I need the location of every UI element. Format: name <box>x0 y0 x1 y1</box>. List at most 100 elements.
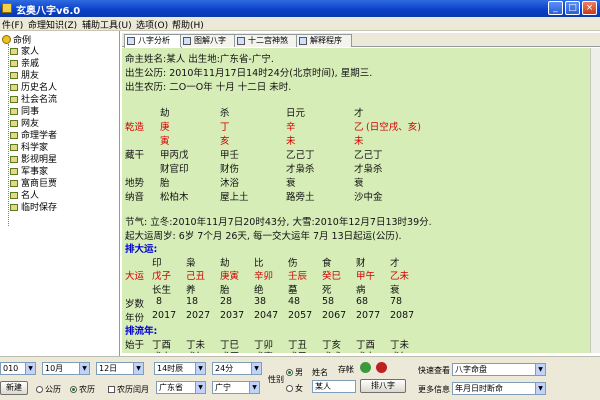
dayun-year: 2017 <box>152 310 177 321</box>
dayun-year: 2057 <box>288 310 313 321</box>
dayun-pillar: 壬辰 <box>288 271 308 282</box>
dayun-age: 38 <box>254 296 267 307</box>
nayin-value: 沙中金 <box>354 192 383 203</box>
tab-bazi-diagram[interactable]: 图解八字 <box>180 34 236 47</box>
life-stage: 沐浴 <box>220 178 240 189</box>
new-button[interactable]: 新建 <box>0 381 28 395</box>
tree-item[interactable]: 命理学者 <box>10 128 57 141</box>
tree-item[interactable]: 历史名人 <box>10 80 57 93</box>
tab-twelve-palaces[interactable]: 十二宫神煞 <box>234 34 298 47</box>
tree-item[interactable]: 富商巨贾 <box>10 176 57 189</box>
tree-item[interactable]: 临时保存 <box>10 200 57 213</box>
tree-item[interactable]: 科学家 <box>10 140 48 153</box>
paipan-button[interactable]: 排八字 <box>360 379 406 393</box>
dayun-god: 才 <box>390 258 400 269</box>
tab-explanation[interactable]: 解释程序 <box>296 34 352 47</box>
day-select[interactable]: 12日 ▼ <box>96 362 144 375</box>
root-folder-icon <box>2 35 11 44</box>
hidden-stems: 甲丙戊 <box>160 150 189 161</box>
bazi-analysis-panel: 命主姓名:某人 出生地:广东省-广宁. 出生公历: 2010年11月17日14时… <box>122 48 600 353</box>
leap-month-checkbox[interactable]: 农历闰月 <box>108 384 149 395</box>
dayun-god: 伤 <box>288 258 298 269</box>
tree-item[interactable]: 同事 <box>10 104 39 117</box>
minimize-button[interactable]: _ <box>548 1 563 15</box>
hidden-stems: 乙己丁 <box>286 150 315 161</box>
tree-item[interactable]: 朋友 <box>10 68 39 81</box>
hour-select[interactable]: 14时辰 ▼ <box>154 362 206 375</box>
tab-bazi-analysis[interactable]: 八字分析 <box>124 34 182 48</box>
ten-god: 劫 <box>160 108 170 119</box>
tab-bar: 八字分析 图解八字 十二宫神煞 解释程序 <box>122 33 600 48</box>
dayun-year: 2077 <box>356 310 381 321</box>
dayun-god: 食 <box>322 258 332 269</box>
nongli-radio[interactable]: 农历 <box>70 384 95 395</box>
solar-date-line: 出生公历: 2010年11月17日14时24分(北京时间), 星期三. <box>125 68 373 79</box>
liunian-next: 戊戌 <box>322 349 341 353</box>
radio-icon <box>36 386 43 393</box>
name-input[interactable]: 某人 <box>312 380 356 393</box>
dayun-age: 48 <box>288 296 301 307</box>
tree-item[interactable]: 影视明星 <box>10 152 57 165</box>
quick-view-label: 快速查看 <box>418 366 450 375</box>
radio-selected-icon <box>70 386 77 393</box>
folder-icon <box>10 132 18 139</box>
dishi-label: 地势 <box>125 178 145 189</box>
chevron-down-icon: ▼ <box>133 363 143 374</box>
chevron-down-icon: ▼ <box>195 363 205 374</box>
liunian-next: 戊辰 <box>220 349 239 353</box>
menu-knowledge[interactable]: 命理知识(Z) <box>28 18 77 31</box>
menu-file[interactable]: 件(F) <box>2 18 23 31</box>
folder-icon <box>10 204 18 211</box>
chevron-down-icon: ▼ <box>195 382 205 393</box>
female-radio[interactable]: 女 <box>286 383 303 394</box>
case-tree[interactable]: 命例 家人 亲戚 朋友 历史名人 社会名流 同事 网友 命理学者 科学家 影视明… <box>0 31 120 356</box>
qianzao-label: 乾造 <box>125 122 145 133</box>
liunian-next: 戊午 <box>390 349 409 353</box>
tree-item[interactable]: 家人 <box>10 44 39 57</box>
minute-select[interactable]: 24分 ▼ <box>212 362 262 375</box>
save-label[interactable]: 存帐 <box>338 364 354 375</box>
age-label: 岁数 <box>125 299 145 310</box>
folder-icon <box>10 168 18 175</box>
ten-god: 才 <box>354 108 364 119</box>
delete-icon[interactable] <box>376 362 387 373</box>
nayin-label: 纳音 <box>125 192 145 203</box>
tree-item[interactable]: 社会名流 <box>10 92 57 105</box>
input-panel: 010 ▼ 10月 ▼ 12日 ▼ 14时辰 ▼ 24分 ▼ 新建 公历 农历 农历闰月 … <box>0 356 600 400</box>
heavenly-stem: 辛 <box>286 122 296 133</box>
tree-root[interactable]: 命例 <box>2 33 31 46</box>
dayun-year: 2087 <box>390 310 415 321</box>
tree-item[interactable]: 军事家 <box>10 164 48 177</box>
more-info-select[interactable]: 年月日时断命 ▼ <box>452 382 546 395</box>
close-button[interactable]: × <box>582 1 597 15</box>
tree-item[interactable]: 亲戚 <box>10 56 39 69</box>
quick-view-select[interactable]: 八字命盘 ▼ <box>452 363 546 376</box>
app-icon <box>2 3 12 13</box>
content-scrollbar[interactable] <box>590 48 600 353</box>
life-stage: 衰 <box>354 178 364 189</box>
month-select[interactable]: 10月 ▼ <box>42 362 90 375</box>
menu-bar: 件(F) 命理知识(Z) 辅助工具(U) 选项(O) 帮助(H) <box>0 17 600 31</box>
dayun-pillar: 己丑 <box>186 271 206 282</box>
tree-item[interactable]: 名人 <box>10 188 39 201</box>
province-select[interactable]: 广东省 ▼ <box>156 381 206 394</box>
city-select[interactable]: 广宁 ▼ <box>212 381 260 394</box>
menu-tools[interactable]: 辅助工具(U) <box>82 18 132 31</box>
hidden-gods: 财伤 <box>220 164 240 175</box>
dayun-year: 2027 <box>186 310 211 321</box>
gongli-radio[interactable]: 公历 <box>36 384 61 395</box>
folder-icon <box>10 48 18 55</box>
more-info-label: 更多信息 <box>418 385 450 394</box>
male-radio[interactable]: 男 <box>286 367 303 378</box>
menu-options[interactable]: 选项(O) <box>136 18 168 31</box>
chevron-down-icon: ▼ <box>249 382 259 393</box>
menu-help[interactable]: 帮助(H) <box>172 18 204 31</box>
hidden-stems: 甲壬 <box>220 150 240 161</box>
chevron-down-icon: ▼ <box>535 364 545 375</box>
year-select[interactable]: 010 ▼ <box>0 362 36 375</box>
tree-item[interactable]: 网友 <box>10 116 39 129</box>
earthly-branch: 亥 <box>220 136 230 147</box>
save-icon[interactable] <box>360 362 371 373</box>
maximize-button[interactable]: □ <box>565 1 580 15</box>
palace-icon <box>237 37 245 45</box>
